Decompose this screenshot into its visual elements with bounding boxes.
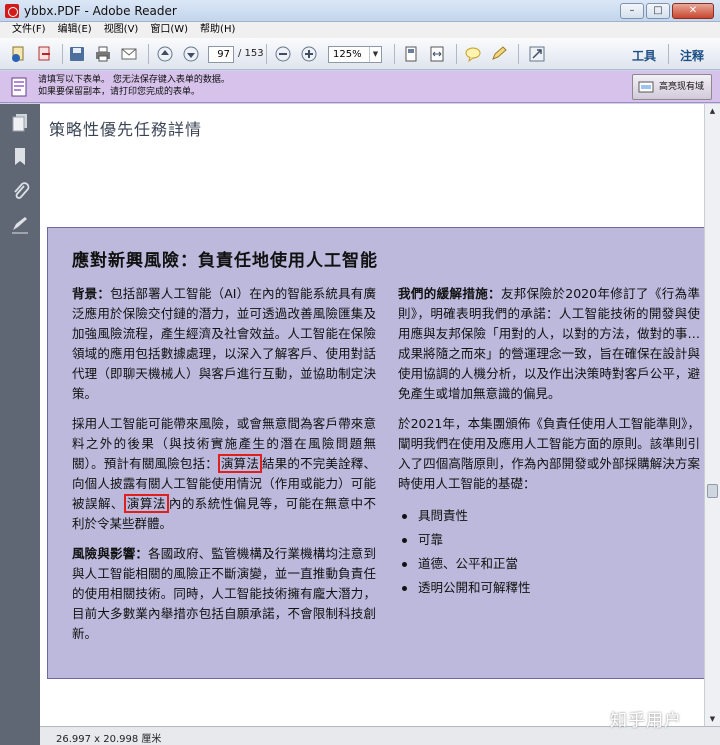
background-label: 背景： [72,286,111,301]
impact-paragraph: 風險與影響：各國政府、監管機構及行業機構均注意到與人工智能相關的風險正不斷演變，… [72,544,376,644]
print-icon[interactable] [92,44,114,64]
highlight-fields-button[interactable]: 高亮现有域 [632,74,712,100]
navigation-sidebar [0,104,40,745]
zoom-out-icon[interactable] [272,44,294,64]
menu-window[interactable]: 窗口(W) [144,22,194,38]
watermark: 知乎用户 [610,711,682,731]
expand-icon[interactable] [526,44,548,64]
algorithm-highlight-2: 演算法 [123,494,169,513]
form-message-line1: 请填写以下表单。 您无法保存键入表单的数据。 [38,75,230,85]
comment-pane-button[interactable]: 注释 [680,47,704,64]
risk-paragraph: 採用人工智能可能帶來風險，或會無意間為客戶帶來意料之外的後果（與技術實施產生的潛… [72,414,376,534]
mitigation-text: 友邦保險於2020年修訂了《行為準則》，明確表明我們的承諾：人工智能技術的開發與… [398,286,700,401]
comment-bubble-icon[interactable] [462,44,484,64]
mitigation-label: 我們的緩解措施： [398,286,501,301]
email-icon[interactable] [118,44,140,64]
form-message: 请填写以下表单。 您无法保存键入表单的数据。 如果要保留副本，请打印您完成的表单… [38,74,230,98]
list-item: 透明公開和可解釋性 [398,576,700,600]
pdf-page: 策略性優先任務詳情 應對新興風險：負責任地使用人工智能 背景：包括部署人工智能（… [40,104,704,726]
right-column: 我們的緩解措施：友邦保險於2020年修訂了《行為準則》，明確表明我們的承諾：人工… [398,284,700,600]
scroll-up-icon[interactable]: ▲ [705,104,720,118]
sign-icon[interactable] [488,44,510,64]
principles-list: 具問責性 可靠 道德、公平和正當 透明公開和可解釋性 [398,504,700,600]
zoom-in-icon[interactable] [298,44,320,64]
content-box: 應對新興風險：負責任地使用人工智能 背景：包括部署人工智能（AI）在內的智能系統… [47,227,704,679]
form-message-line2: 如果要保留副本，请打印您完成的表单。 [38,87,201,97]
chevron-down-icon: ▼ [369,47,381,62]
vertical-scrollbar[interactable]: ▲ ▼ [704,104,720,726]
bookmarks-icon[interactable] [10,146,30,168]
previous-page-icon[interactable] [154,44,176,64]
scroll-thumb[interactable] [707,484,718,498]
next-page-icon[interactable] [180,44,202,64]
signatures-icon[interactable] [10,214,30,236]
menu-help[interactable]: 帮助(H) [194,22,241,38]
zoom-select[interactable]: 125% ▼ [328,46,382,63]
window-controls: – □ ✕ [620,3,714,19]
page-dimensions: 26.997 x 20.998 厘米 [56,734,162,745]
tools-pane-button[interactable]: 工具 [632,47,656,64]
window-title: ybbx.PDF - Adobe Reader [24,4,177,18]
fit-page-icon[interactable] [400,44,422,64]
page-heading: 策略性優先任務詳情 [49,120,203,139]
title-bar: ybbx.PDF - Adobe Reader – □ ✕ [0,0,720,22]
menu-view[interactable]: 视图(V) [98,22,145,38]
page-number-input[interactable]: 97 [208,46,234,63]
box-title: 應對新興風險：負責任地使用人工智能 [72,251,378,271]
background-paragraph: 背景：包括部署人工智能（AI）在內的智能系統具有廣泛應用於保險交付鏈的潛力，並可… [72,284,376,404]
mitigation-paragraph: 我們的緩解措施：友邦保險於2020年修訂了《行為準則》，明確表明我們的承諾：人工… [398,284,700,404]
adobe-reader-icon [5,4,19,18]
list-item: 可靠 [398,528,700,552]
menu-file[interactable]: 文件(F) [6,22,52,38]
impact-label: 風險與影響： [72,546,149,561]
page-total: / 153 [238,48,264,59]
form-notification-bar: 请填写以下表单。 您无法保存键入表单的数据。 如果要保留副本，请打印您完成的表单… [0,71,720,103]
menu-edit[interactable]: 编辑(E) [52,22,98,38]
highlight-fields-label: 高亮现有域 [659,82,705,92]
create-pdf-icon[interactable] [8,44,30,64]
page-thumbnails-icon[interactable] [10,112,30,134]
attachments-icon[interactable] [10,180,30,202]
maximize-button[interactable]: □ [646,3,670,19]
toolbar: 97 / 153 125% ▼ 工具 注释 [0,38,720,70]
form-icon [11,77,27,97]
highlight-fields-icon [638,81,654,93]
zoom-value: 125% [333,49,362,60]
fit-width-icon[interactable] [426,44,448,64]
save-icon[interactable] [66,44,88,64]
menu-bar: 文件(F) 编辑(E) 视图(V) 窗口(W) 帮助(H) [0,22,720,38]
list-item: 具問責性 [398,504,700,528]
scroll-down-icon[interactable]: ▼ [705,712,720,726]
close-button[interactable]: ✕ [672,3,714,19]
list-item: 道德、公平和正當 [398,552,700,576]
background-text: 包括部署人工智能（AI）在內的智能系統具有廣泛應用於保險交付鏈的潛力，並可透過改… [72,286,376,401]
left-column: 背景：包括部署人工智能（AI）在內的智能系統具有廣泛應用於保險交付鏈的潛力，並可… [72,284,376,654]
algorithm-highlight-1: 演算法 [217,454,263,473]
principles-paragraph: 於2021年，本集團頒佈《負責任使用人工智能準則》，闡明我們在使用及應用人工智能… [398,416,700,491]
share-pdf-icon[interactable] [34,44,56,64]
minimize-button[interactable]: – [620,3,644,19]
document-viewport[interactable]: 策略性優先任務詳情 應對新興風險：負責任地使用人工智能 背景：包括部署人工智能（… [40,104,704,726]
